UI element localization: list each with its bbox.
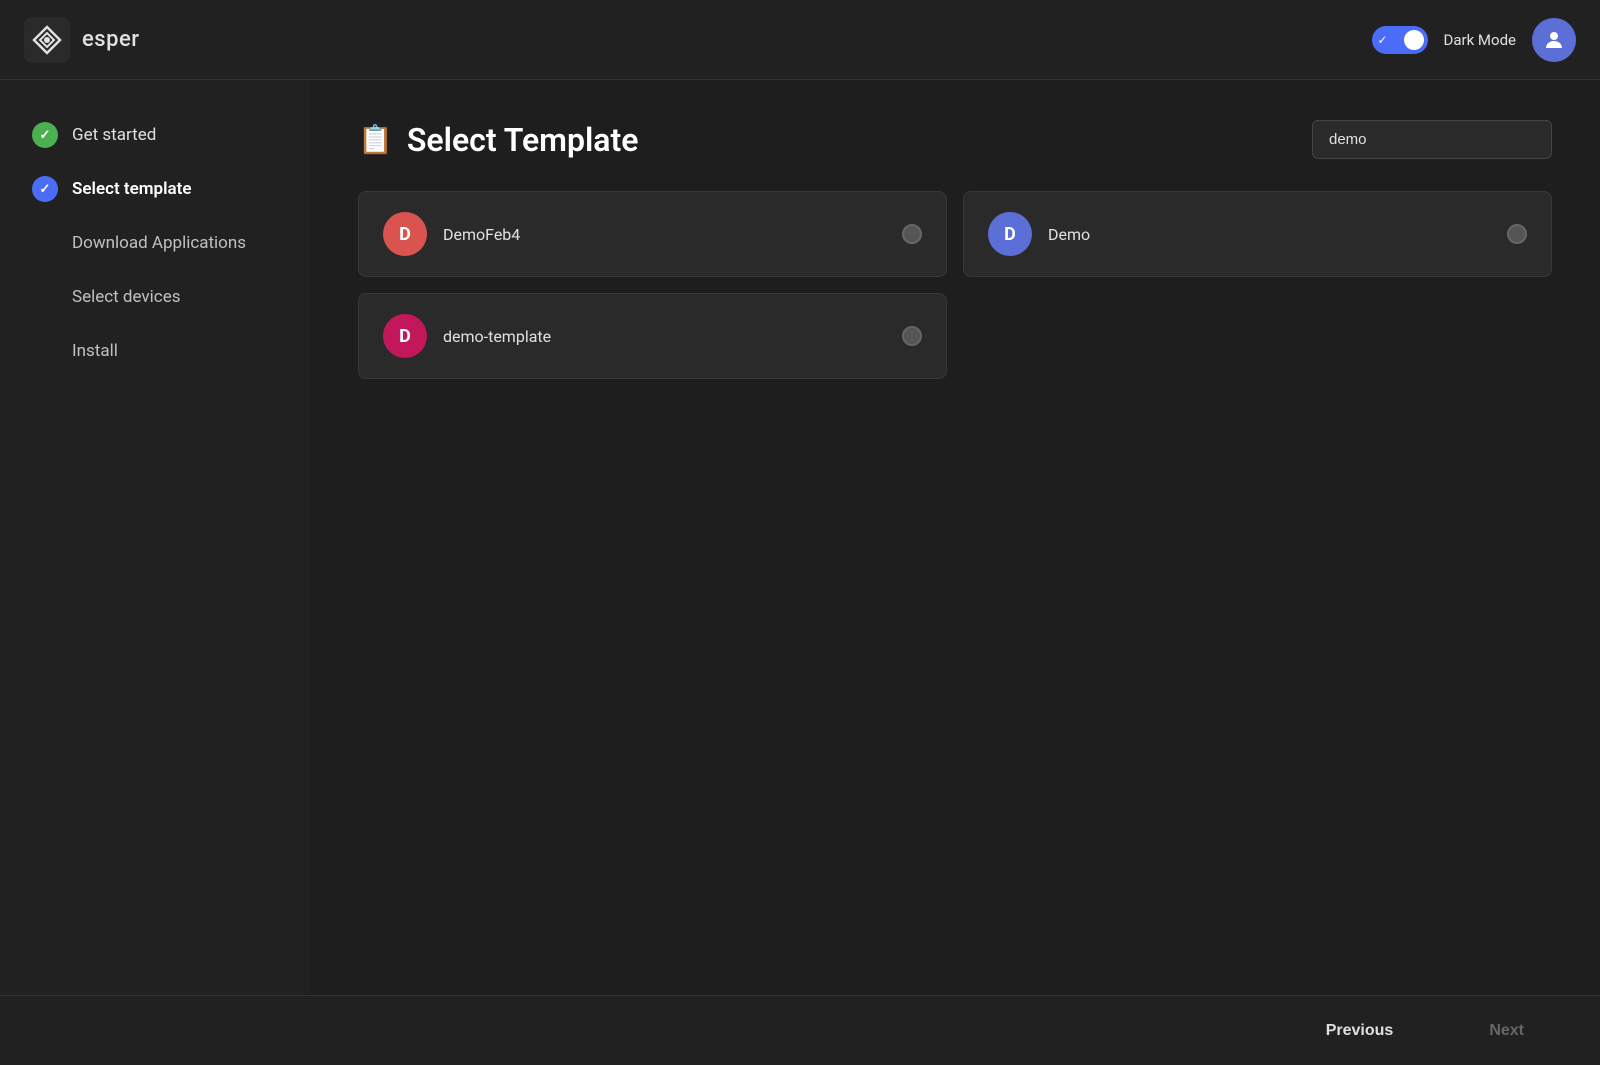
- footer: Previous Next: [0, 995, 1600, 1065]
- previous-button[interactable]: Previous: [1290, 1012, 1430, 1050]
- main-content: 📋 Select Template D DemoFeb4 D Demo Ddemo-te…: [310, 80, 1600, 995]
- sidebar-label-get-started: Get started: [72, 125, 156, 145]
- dark-mode-toggle[interactable]: ✓: [1372, 26, 1428, 54]
- page-title-area: 📋 Select Template: [358, 121, 638, 159]
- sidebar-item-select-template[interactable]: ✓ Select template: [24, 166, 286, 212]
- template-avatar-demofeb4: D: [383, 212, 427, 256]
- template-card-demofeb4[interactable]: D DemoFeb4: [358, 191, 947, 277]
- template-name-demofeb4: DemoFeb4: [443, 225, 886, 244]
- logo-area: esper: [24, 17, 140, 63]
- template-name-demo: Demo: [1048, 225, 1491, 244]
- main-layout: ✓ Get started ✓ Select template Download…: [0, 80, 1600, 995]
- step-icon-install: [32, 338, 58, 364]
- sidebar-item-download-applications[interactable]: Download Applications: [24, 220, 286, 266]
- sidebar-label-select-devices: Select devices: [72, 287, 180, 307]
- template-radio-demo-template[interactable]: [902, 326, 922, 346]
- sidebar-item-install[interactable]: Install: [24, 328, 286, 374]
- step-icon-get-started: ✓: [32, 122, 58, 148]
- next-button: Next: [1453, 1012, 1560, 1050]
- page-title-icon: 📋: [358, 123, 393, 156]
- search-input[interactable]: [1312, 120, 1552, 159]
- logo-text: esper: [82, 27, 140, 52]
- sidebar-item-get-started[interactable]: ✓ Get started: [24, 112, 286, 158]
- template-radio-demo[interactable]: [1507, 224, 1527, 244]
- template-radio-demofeb4[interactable]: [902, 224, 922, 244]
- step-icon-select-template: ✓: [32, 176, 58, 202]
- toggle-thumb: [1404, 30, 1424, 50]
- template-card-demo-template[interactable]: Ddemo-template: [358, 293, 947, 379]
- header-right: ✓ Dark Mode: [1372, 18, 1576, 62]
- step-icon-download-applications: [32, 230, 58, 256]
- sidebar-label-download-applications: Download Applications: [72, 233, 246, 253]
- template-avatar-demo: D: [988, 212, 1032, 256]
- page-header: 📋 Select Template: [358, 120, 1552, 159]
- sidebar-label-select-template: Select template: [72, 179, 191, 199]
- template-avatar-demo-template: D: [383, 314, 427, 358]
- sidebar: ✓ Get started ✓ Select template Download…: [0, 80, 310, 995]
- toggle-check-icon: ✓: [1378, 33, 1388, 47]
- template-card-demo[interactable]: D Demo: [963, 191, 1552, 277]
- template-name-demo-template: demo-template: [443, 327, 886, 346]
- page-title: Select Template: [407, 121, 639, 159]
- esper-logo-icon: [24, 17, 70, 63]
- dark-mode-label: Dark Mode: [1444, 31, 1516, 49]
- template-grid: D DemoFeb4 D Demo Ddemo-template: [358, 191, 1552, 379]
- step-icon-select-devices: [32, 284, 58, 310]
- sidebar-label-install: Install: [72, 341, 118, 361]
- sidebar-item-select-devices[interactable]: Select devices: [24, 274, 286, 320]
- user-avatar[interactable]: [1532, 18, 1576, 62]
- app-header: esper ✓ Dark Mode: [0, 0, 1600, 80]
